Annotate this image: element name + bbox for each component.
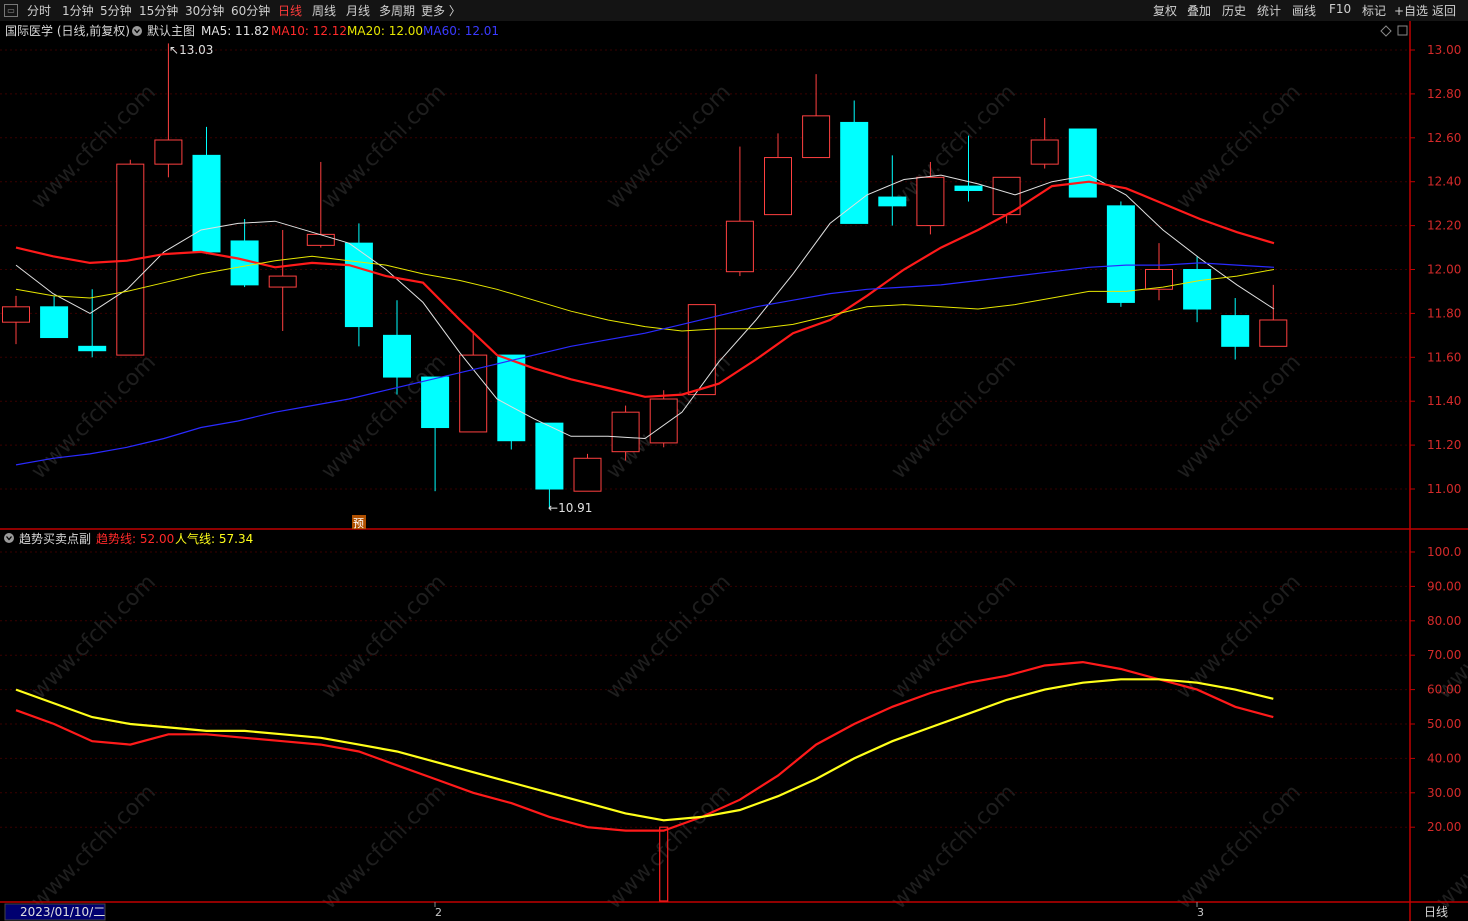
window-menu-icon[interactable]: ▭ [4,4,18,17]
low-price-label: ←10.91 [548,501,592,515]
toolbar-action-button[interactable]: 叠加 [1187,2,1211,19]
indicator-tick-label: 70.00 [1427,648,1461,662]
ma20-value: MA20: 12.00 [347,24,423,38]
period-tab[interactable]: 周线 [312,2,336,19]
price-tick-label: 11.00 [1427,482,1461,496]
toolbar-action-button[interactable]: +自选 [1394,2,1428,19]
candle-down[interactable] [344,242,373,328]
toolbar-action-button[interactable]: 返回 [1432,2,1456,19]
candle-up[interactable] [649,398,678,444]
candle-down[interactable] [1183,269,1212,310]
toolbar-action-button[interactable]: 统计 [1257,2,1281,19]
period-tab[interactable]: 30分钟 [185,2,224,19]
price-tick-label: 12.00 [1427,263,1461,277]
trend-line-value: 趋势线: 52.00 [96,532,174,546]
toolbar-action-button[interactable]: 历史 [1222,2,1246,19]
template-dropdown-icon[interactable] [132,26,142,36]
toolbar-action-button[interactable]: 复权 [1153,2,1177,19]
price-tick-label: 12.20 [1427,219,1461,233]
candle-up[interactable] [611,411,640,453]
ma10-value: MA10: 12.12 [271,24,347,38]
period-tab[interactable]: 60分钟 [231,2,270,19]
candle-up[interactable] [306,233,335,246]
stock-chart[interactable]: www.cfchi.com www.cfchi.com www.cfchi.com w… [0,21,1468,921]
candle-down[interactable] [878,196,907,207]
candle-up[interactable] [459,354,488,433]
toolbar-action-button[interactable]: F10 [1329,2,1351,16]
indicator-tick-label: 50.00 [1427,717,1461,731]
candle-down[interactable] [40,306,69,339]
indicator-tick-label: 90.00 [1427,579,1461,593]
indicator-tick-label: 30.00 [1427,786,1461,800]
candle-up[interactable] [764,157,792,216]
indicator-tick-label: 100.0 [1427,545,1461,559]
stock-title: 国际医学 (日线,前复权) [5,23,130,38]
candle-down[interactable] [1106,205,1135,303]
candle-up[interactable] [268,275,297,288]
period-indicator: 日线 [1424,905,1448,919]
x-tick-label: 2 [435,906,442,919]
price-tick-label: 11.20 [1427,438,1461,452]
indicator-title[interactable]: 趋势买卖点副 [19,532,91,546]
price-tick-label: 12.40 [1427,175,1461,189]
period-tab[interactable]: 多周期 [379,2,415,19]
candle-up[interactable] [687,304,716,396]
candle-up[interactable] [725,220,754,273]
toolbar-action-button[interactable]: 标记 [1362,2,1386,19]
price-tick-label: 12.60 [1427,131,1461,145]
high-price-label: ↖13.03 [169,43,213,57]
price-tick-label: 13.00 [1427,43,1461,57]
template-label[interactable]: 默认主图 [147,23,195,38]
candle-up[interactable] [802,115,831,159]
period-tab[interactable]: 分时 [27,2,51,19]
candle-down[interactable] [421,376,450,429]
toolbar-action-button[interactable]: 画线 [1292,2,1316,19]
candle-down[interactable] [192,154,221,253]
indicator-tick-label: 40.00 [1427,751,1461,765]
indicator-tick-label: 60.00 [1427,683,1461,697]
candle-down[interactable] [840,121,869,224]
candle-down[interactable] [535,422,564,490]
candle-down[interactable] [1221,315,1250,347]
popularity-line-value: 人气线: 57.34 [175,531,253,546]
period-tab[interactable]: 15分钟 [139,2,178,19]
period-tab[interactable]: 日线 [278,2,302,19]
candle-down[interactable] [1068,128,1097,198]
candle-up[interactable] [916,176,945,227]
candle-up[interactable] [2,306,30,323]
price-tick-label: 11.80 [1427,306,1461,320]
period-tab[interactable]: 5分钟 [100,2,132,19]
period-tab[interactable]: 更多 〉 [421,2,461,19]
candle-down[interactable] [954,185,983,191]
candle-up[interactable] [1259,319,1288,347]
price-tick-label: 11.40 [1427,394,1461,408]
candle-down[interactable] [78,345,107,352]
price-tick-label: 12.80 [1427,87,1461,101]
candle-down[interactable] [383,334,411,378]
indicator-tick-label: 80.00 [1427,614,1461,628]
period-tab[interactable]: 月线 [346,2,370,19]
price-tick-label: 11.60 [1427,350,1461,364]
candle-down[interactable] [497,354,526,442]
ma5-value: MA5: 11.82 [201,24,269,38]
candle-up[interactable] [1030,139,1059,165]
indicator-tick-label: 20.00 [1427,820,1461,834]
x-tick-label: 3 [1197,906,1204,919]
candle-up[interactable] [154,139,183,165]
ma60-value: MA60: 12.01 [423,24,499,38]
period-tab[interactable]: 1分钟 [62,2,94,19]
period-toolbar: ▭ 分时 1分钟 5分钟 15分钟 30分钟 60分钟 日线 周线 月线 多周期 更多 〉 复权 叠加… [0,0,1468,22]
forecast-marker-label: 预 [353,517,364,530]
indicator-dropdown-icon[interactable] [4,533,14,543]
date-cursor-label: 2023/01/10/二 [20,905,105,919]
candle-up[interactable] [573,457,602,492]
